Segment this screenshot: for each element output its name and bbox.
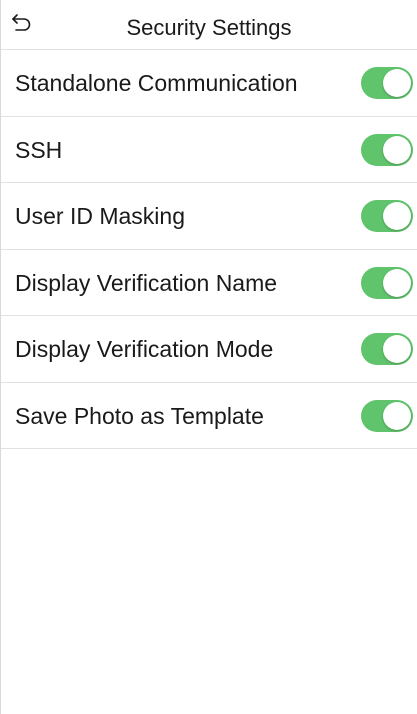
toggle-knob xyxy=(383,401,411,430)
settings-list: Standalone Communication SSH User ID Maski… xyxy=(1,50,417,449)
setting-toggle-switch[interactable] xyxy=(361,266,413,299)
security-settings-screen: Security Settings Standalone Communicati… xyxy=(0,0,417,714)
setting-row[interactable]: SSH xyxy=(1,117,417,183)
setting-label: Display Verification Mode xyxy=(15,336,274,362)
setting-label: SSH xyxy=(15,136,63,163)
toggle-knob xyxy=(383,69,411,97)
setting-row[interactable]: User ID Masking xyxy=(1,183,417,250)
toggle-knob xyxy=(383,268,411,297)
page-title: Security Settings xyxy=(126,15,292,40)
setting-toggle-switch[interactable] xyxy=(361,67,413,99)
setting-row[interactable]: Display Verification Name xyxy=(1,250,417,316)
setting-row[interactable]: Standalone Communication xyxy=(1,50,417,117)
toggle-knob xyxy=(383,335,411,363)
setting-toggle-switch[interactable] xyxy=(361,399,413,432)
setting-label: Save Photo as Template xyxy=(15,402,264,429)
setting-toggle-switch[interactable] xyxy=(361,200,413,232)
setting-label: Display Verification Name xyxy=(15,269,278,296)
toggle-knob xyxy=(383,202,411,230)
toggle-knob xyxy=(383,135,411,164)
header-bar: Security Settings xyxy=(1,0,417,50)
setting-label: Standalone Communication xyxy=(15,70,298,96)
setting-row[interactable]: Display Verification Mode xyxy=(1,316,417,383)
setting-row[interactable]: Save Photo as Template xyxy=(1,383,417,449)
setting-label: User ID Masking xyxy=(15,203,185,229)
setting-toggle-switch[interactable] xyxy=(361,333,413,365)
setting-toggle-switch[interactable] xyxy=(361,133,413,166)
